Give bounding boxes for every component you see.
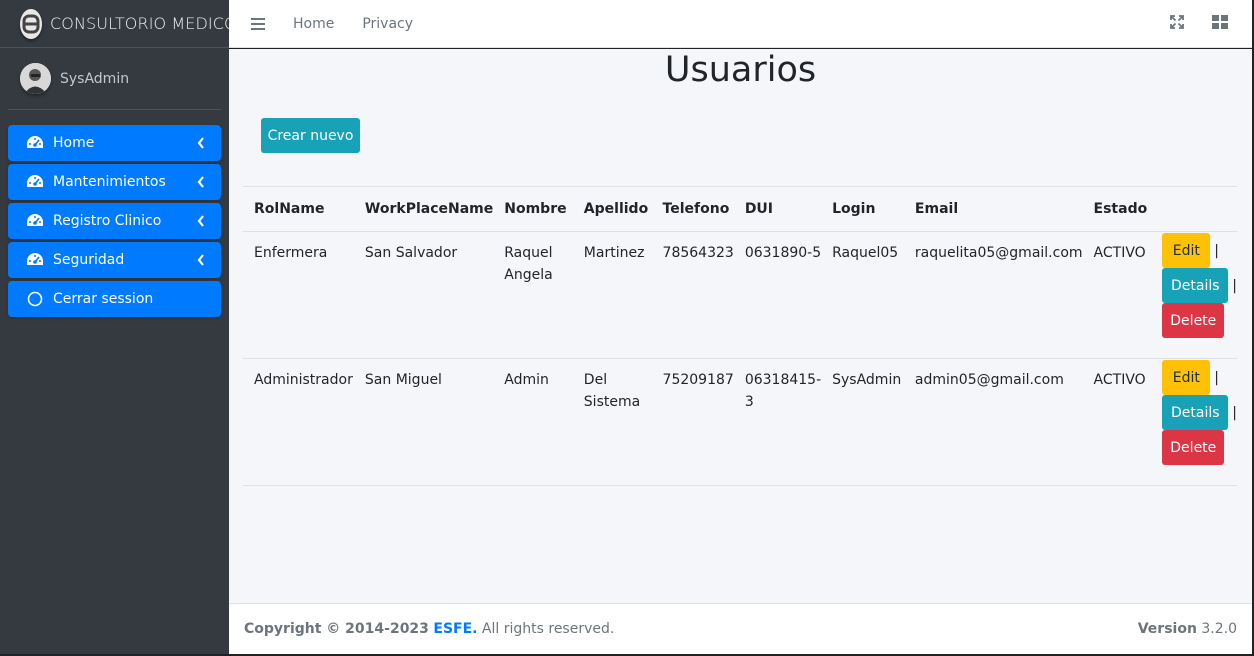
cell-telefono: 78564323 — [651, 231, 734, 359]
sidebar-item-mantenimientos[interactable]: Mantenimientos — [8, 164, 221, 200]
separator: | — [1232, 277, 1237, 294]
brand-link[interactable]: CONSULTORIO MEDICO — [0, 0, 237, 48]
main-sidebar: CONSULTORIO MEDICO SysAdmin Home Manteni… — [0, 0, 237, 656]
cell-dui: 0631890-5 — [733, 231, 822, 359]
user-panel[interactable]: SysAdmin — [8, 48, 221, 110]
content-wrapper: Usuarios Crear nuevo RolName WorkPlaceNa… — [229, 49, 1252, 603]
cell-rolname: Enfermera — [243, 231, 354, 359]
cell-workplace: San Salvador — [353, 231, 494, 359]
delete-button[interactable]: Delete — [1162, 430, 1225, 465]
edit-button[interactable]: Edit — [1162, 233, 1211, 268]
brand-name: CONSULTORIO MEDICO — [50, 14, 237, 33]
version-label: Version — [1137, 621, 1197, 637]
sidebar-item-home[interactable]: Home — [8, 125, 221, 161]
cell-estado: ACTIVO — [1082, 231, 1152, 359]
table-row: Enfermera San Salvador Raquel Angela Mar… — [243, 231, 1237, 359]
expand-icon[interactable] — [1170, 14, 1184, 33]
delete-button[interactable]: Delete — [1162, 303, 1225, 338]
cell-nombre: Raquel Angela — [493, 231, 573, 359]
column-header: Telefono — [651, 186, 734, 232]
cell-login: Raquel05 — [821, 231, 904, 359]
separator: | — [1214, 369, 1219, 386]
version-info: Version 3.2.0 — [1138, 621, 1237, 637]
copyright-text: Copyright © 2014-2023 — [244, 621, 429, 637]
column-header: Login — [821, 186, 904, 232]
table-row: Administrador San Miguel Admin Del Siste… — [243, 358, 1237, 486]
column-header: DUI — [733, 186, 822, 232]
column-header-actions — [1151, 186, 1237, 232]
cell-apellido: Del Sistema — [572, 358, 652, 486]
adminlte-logo-icon — [20, 8, 42, 39]
cell-nombre: Admin — [493, 358, 573, 486]
nav-link-home[interactable]: Home — [293, 16, 334, 32]
chevron-left-icon — [197, 214, 207, 228]
sidebar-nav: Home Mantenimientos Registro Clinico Seg… — [0, 125, 229, 317]
chevron-left-icon — [197, 253, 207, 267]
sidebar-item-seguridad[interactable]: Seguridad — [8, 242, 221, 278]
sidebar-item-label: Seguridad — [53, 252, 125, 268]
rights-text: All rights reserved. — [481, 621, 615, 637]
footer-brand-link[interactable]: ESFE. — [433, 621, 477, 637]
cell-dui: 06318415-3 — [733, 358, 822, 486]
main-header: Home Privacy — [229, 0, 1252, 48]
sidebar-item-label: Registro Clinico — [53, 213, 162, 229]
cell-actions: Edit | Details | Delete — [1151, 231, 1237, 359]
tachometer-icon — [25, 133, 45, 153]
chevron-left-icon — [197, 136, 207, 150]
column-header: Nombre — [493, 186, 573, 232]
column-header: Apellido — [572, 186, 652, 232]
cell-actions: Edit | Details | Delete — [1151, 358, 1237, 486]
cell-workplace: San Miguel — [353, 358, 494, 486]
nav-link-privacy[interactable]: Privacy — [362, 16, 413, 32]
sidebar-item-label: Cerrar session — [53, 291, 154, 307]
cell-estado: ACTIVO — [1082, 358, 1152, 486]
sidebar-item-registro-clinico[interactable]: Registro Clinico — [8, 203, 221, 239]
chevron-left-icon — [197, 175, 207, 189]
create-new-button[interactable]: Crear nuevo — [261, 118, 360, 153]
version-number: 3.2.0 — [1201, 621, 1237, 637]
column-header: Email — [903, 186, 1083, 232]
cell-email: admin05@gmail.com — [903, 358, 1083, 486]
tachometer-icon — [25, 211, 45, 231]
cell-email: raquelita05@gmail.com — [903, 231, 1083, 359]
column-header: WorkPlaceName — [353, 186, 494, 232]
separator: | — [1214, 242, 1219, 259]
page-title: Usuarios — [664, 50, 817, 90]
column-header: Estado — [1082, 186, 1152, 232]
details-button[interactable]: Details — [1162, 268, 1229, 303]
grid-icon[interactable] — [1212, 14, 1228, 33]
sidebar-item-label: Home — [53, 135, 95, 151]
user-name: SysAdmin — [60, 70, 130, 87]
separator: | — [1232, 404, 1237, 421]
hamburger-icon[interactable] — [251, 17, 265, 31]
cell-telefono: 75209187 — [651, 358, 734, 486]
users-table: RolName WorkPlaceName Nombre Apellido Te… — [243, 186, 1237, 486]
main-footer: Copyright © 2014-2023 ESFE. All rights r… — [229, 603, 1252, 654]
tachometer-icon — [25, 250, 45, 270]
sidebar-item-label: Mantenimientos — [53, 174, 166, 190]
sidebar-item-cerrar-session[interactable]: Cerrar session — [8, 281, 221, 317]
tachometer-icon — [25, 172, 45, 192]
avatar — [20, 63, 51, 94]
edit-button[interactable]: Edit — [1162, 360, 1211, 395]
column-header: RolName — [243, 186, 354, 232]
circle-icon — [25, 289, 45, 309]
cell-login: SysAdmin — [821, 358, 904, 486]
table-header-row: RolName WorkPlaceName Nombre Apellido Te… — [243, 186, 1237, 232]
cell-apellido: Martinez — [572, 231, 652, 359]
cell-rolname: Administrador — [243, 358, 354, 486]
details-button[interactable]: Details — [1162, 395, 1229, 430]
